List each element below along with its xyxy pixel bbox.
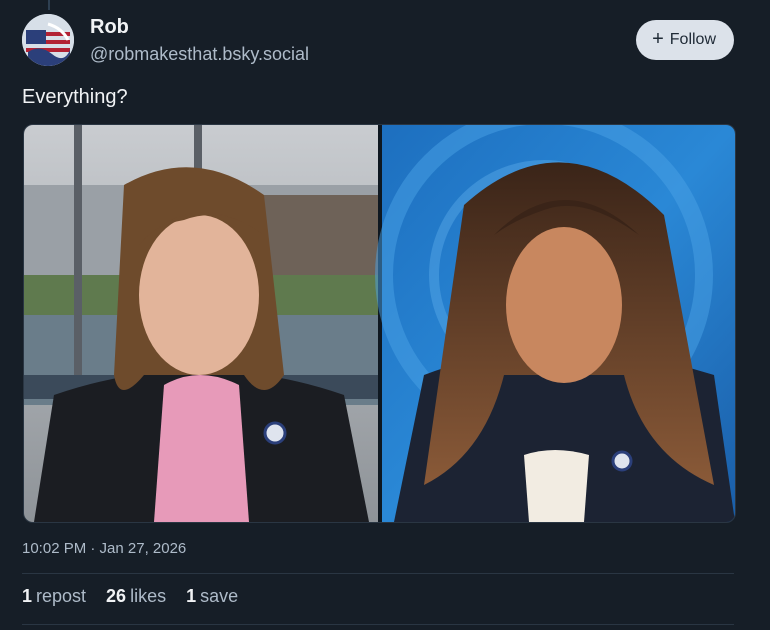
avatar[interactable]	[22, 14, 74, 66]
post-stats: 1 repost 26 likes 1 save	[22, 586, 238, 607]
reposts-label: repost	[36, 586, 87, 606]
author-handle[interactable]: @robmakesthat.bsky.social	[90, 44, 309, 65]
likes-label: likes	[130, 586, 167, 606]
post-header: Rob @robmakesthat.bsky.social + Follow	[22, 14, 734, 70]
likes-count: 26	[106, 586, 127, 606]
follow-label: Follow	[669, 31, 716, 48]
saves-stat[interactable]: 1 save	[186, 586, 238, 607]
post-image[interactable]	[23, 124, 736, 523]
divider	[22, 624, 734, 625]
post-timestamp[interactable]: 10:02 PM · Jan 27, 2026	[22, 540, 186, 557]
plus-icon: +	[652, 28, 664, 50]
saves-count: 1	[186, 586, 197, 606]
divider	[22, 573, 734, 574]
reposts-stat[interactable]: 1 repost	[22, 586, 86, 607]
post-text: Everything?	[22, 86, 128, 108]
saves-label: save	[200, 586, 239, 606]
thread-line	[48, 0, 50, 10]
author-display-name[interactable]: Rob	[90, 16, 129, 39]
reposts-count: 1	[22, 586, 33, 606]
likes-stat[interactable]: 26 likes	[106, 586, 166, 607]
follow-button[interactable]: + Follow	[636, 20, 734, 60]
